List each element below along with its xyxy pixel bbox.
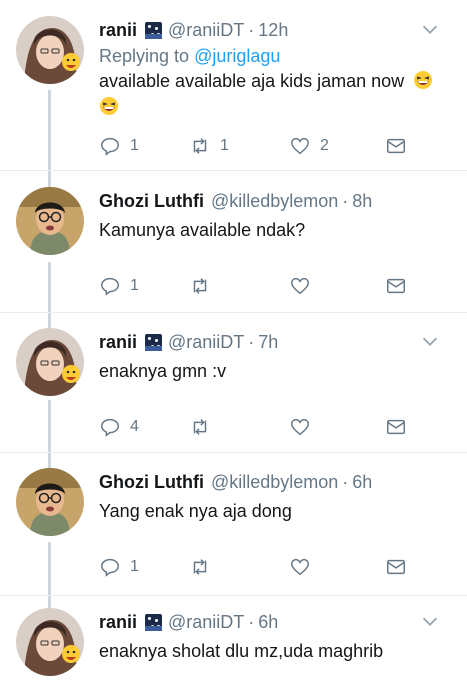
tweet[interactable]: Ghozi Luthfi @killedbylemon · 8h Kamunya…: [0, 187, 467, 315]
retweet-button[interactable]: [189, 414, 211, 440]
timestamp[interactable]: 7h: [258, 332, 278, 353]
grinning-squinting-face-emoji-icon: [100, 97, 118, 115]
user-name[interactable]: ranii: [99, 332, 137, 353]
like-button[interactable]: [289, 273, 311, 299]
chevron-down-icon[interactable]: [419, 330, 441, 352]
tweet-actions: 1: [99, 554, 419, 580]
envelope-icon: [387, 138, 405, 154]
envelope-icon: [387, 419, 405, 435]
night-sky-badge-icon: [145, 333, 163, 351]
reply-count: 1: [130, 277, 139, 294]
tweet-text: available available aja kids jaman now: [99, 68, 459, 120]
direct-message-button[interactable]: [385, 133, 407, 159]
separator-dot: ·: [342, 471, 349, 492]
avatar-ranii[interactable]: [16, 608, 84, 676]
reply-count: 4: [130, 418, 139, 435]
like-button[interactable]: 2: [289, 133, 329, 159]
replying-to-label: Replying to: [99, 46, 190, 66]
retweet-icon: [193, 559, 207, 575]
avatar-ranii[interactable]: [16, 328, 84, 396]
tweet[interactable]: ranii @raniiDT · 7h enaknya gmn :v 4: [0, 328, 467, 456]
divider: [0, 595, 467, 596]
divider: [0, 170, 467, 171]
tweet-text: Yang enak nya aja dong: [99, 501, 292, 521]
heart-icon: [291, 137, 309, 155]
like-count: 2: [320, 137, 329, 154]
tweet-header: ranii @raniiDT · 12h: [99, 16, 459, 44]
separator-dot: ·: [248, 611, 255, 632]
replying-to: Replying to @juriglagu: [99, 44, 459, 68]
tweet-text: Kamunya available ndak?: [99, 220, 306, 240]
tweet-text: enaknya sholat dlu mz,uda maghrib: [99, 641, 384, 661]
reply-button[interactable]: 1: [99, 133, 139, 159]
tweet[interactable]: ranii @raniiDT · 12h Replying to @jurigl…: [0, 16, 467, 170]
retweet-button[interactable]: [189, 554, 211, 580]
retweet-count: 1: [220, 137, 229, 154]
reply-count: 1: [130, 137, 139, 154]
user-name[interactable]: Ghozi Luthfi: [99, 191, 204, 212]
heart-icon: [291, 277, 309, 295]
divider: [0, 312, 467, 313]
avatar-ghozi-luthfi[interactable]: [16, 468, 84, 536]
user-handle[interactable]: @raniiDT: [168, 20, 244, 41]
user-handle[interactable]: @raniiDT: [168, 332, 244, 353]
user-handle[interactable]: @killedbylemon: [211, 191, 338, 212]
retweet-icon: [193, 278, 207, 294]
reply-icon: [101, 558, 119, 577]
chevron-down-icon[interactable]: [419, 18, 441, 40]
direct-message-button[interactable]: [385, 554, 407, 580]
direct-message-button[interactable]: [385, 414, 407, 440]
user-name[interactable]: ranii: [99, 20, 137, 41]
timestamp[interactable]: 6h: [258, 612, 278, 633]
separator-dot: ·: [342, 190, 349, 211]
reply-button[interactable]: 1: [99, 554, 139, 580]
envelope-icon: [387, 278, 405, 294]
replying-to-mention[interactable]: @juriglagu: [194, 46, 280, 66]
chevron-down-icon[interactable]: [419, 610, 441, 632]
retweet-icon: [193, 138, 207, 154]
reply-button[interactable]: 1: [99, 273, 139, 299]
reply-icon: [101, 418, 119, 437]
retweet-icon: [193, 419, 207, 435]
tweet-text-content: available available aja kids jaman now: [99, 71, 405, 91]
reply-icon: [101, 137, 119, 156]
retweet-button[interactable]: 1: [189, 133, 229, 159]
tweet[interactable]: ranii @raniiDT · 6h enaknya sholat dlu m…: [0, 608, 467, 680]
heart-icon: [291, 418, 309, 436]
tweet-actions: 1: [99, 273, 419, 299]
avatar-ghozi-luthfi[interactable]: [16, 187, 84, 255]
tweet-header: Ghozi Luthfi @killedbylemon · 8h: [99, 187, 459, 215]
timestamp[interactable]: 8h: [352, 191, 372, 212]
tweet-text: enaknya gmn :v: [99, 361, 227, 381]
user-name[interactable]: Ghozi Luthfi: [99, 472, 204, 493]
timestamp[interactable]: 12h: [258, 20, 288, 41]
user-handle[interactable]: @raniiDT: [168, 612, 244, 633]
like-button[interactable]: [289, 414, 311, 440]
divider: [0, 452, 467, 453]
like-button[interactable]: [289, 554, 311, 580]
direct-message-button[interactable]: [385, 273, 407, 299]
night-sky-badge-icon: [145, 21, 163, 39]
avatar-ranii[interactable]: [16, 16, 84, 84]
timestamp[interactable]: 6h: [352, 472, 372, 493]
separator-dot: ·: [248, 331, 255, 352]
conversation-thread: ranii @raniiDT · 12h Replying to @jurigl…: [0, 0, 467, 680]
night-sky-badge-icon: [145, 613, 163, 631]
reply-icon: [101, 277, 119, 296]
grinning-squinting-face-emoji-icon: [414, 71, 433, 89]
heart-icon: [291, 558, 309, 576]
tweet-header: ranii @raniiDT · 6h: [99, 608, 459, 636]
reply-button[interactable]: 4: [99, 414, 139, 440]
tweet[interactable]: Ghozi Luthfi @killedbylemon · 6h Yang en…: [0, 468, 467, 596]
separator-dot: ·: [248, 19, 255, 40]
envelope-icon: [387, 559, 405, 575]
tweet-header: ranii @raniiDT · 7h: [99, 328, 459, 356]
retweet-button[interactable]: [189, 273, 211, 299]
reply-count: 1: [130, 558, 139, 575]
tweet-actions: 4: [99, 414, 419, 440]
user-name[interactable]: ranii: [99, 612, 137, 633]
user-handle[interactable]: @killedbylemon: [211, 472, 338, 493]
tweet-actions: 1 1 2: [99, 133, 419, 159]
tweet-header: Ghozi Luthfi @killedbylemon · 6h: [99, 468, 459, 496]
